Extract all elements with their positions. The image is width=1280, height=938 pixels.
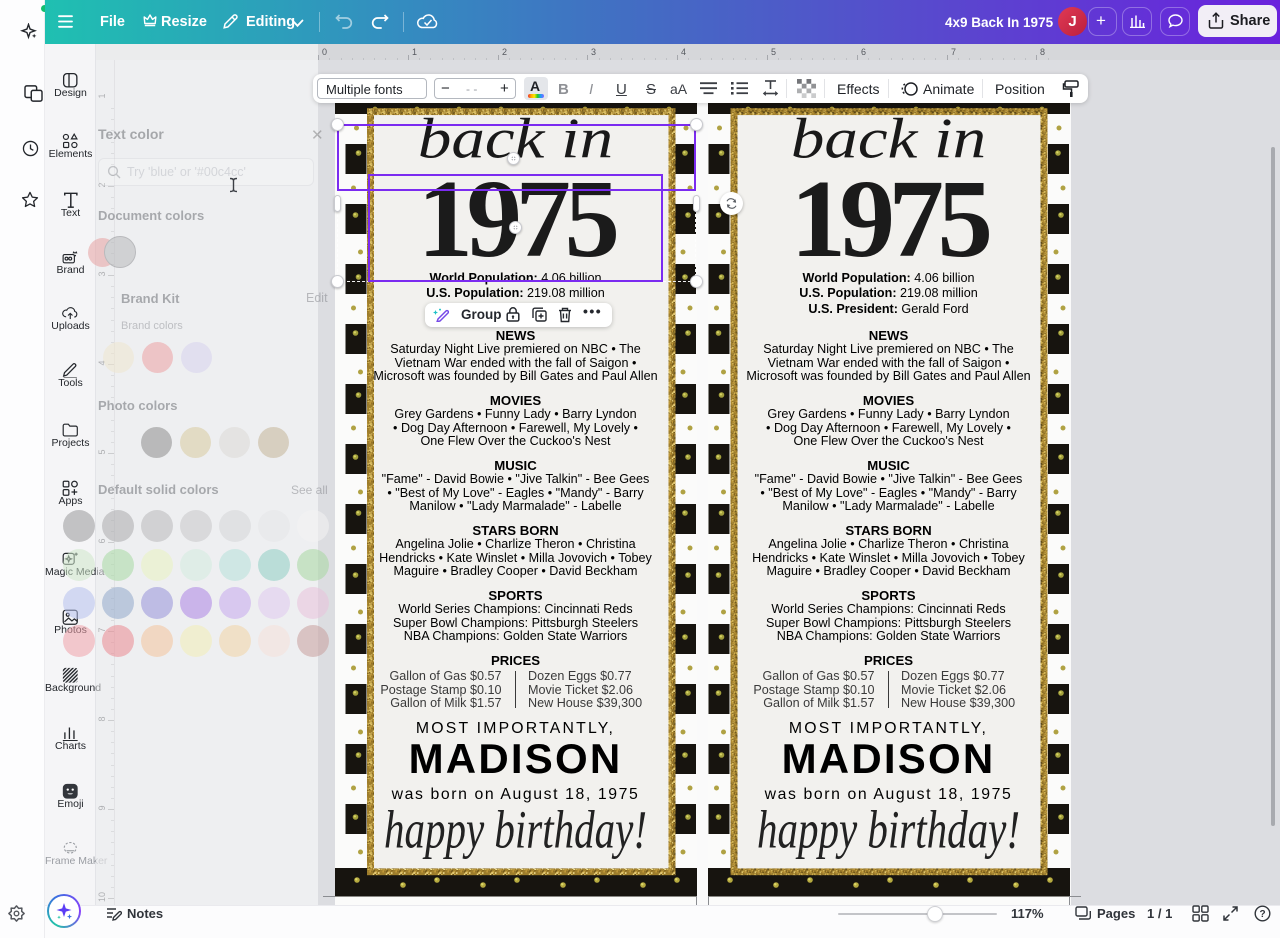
svg-text:?: ? <box>1259 909 1265 920</box>
